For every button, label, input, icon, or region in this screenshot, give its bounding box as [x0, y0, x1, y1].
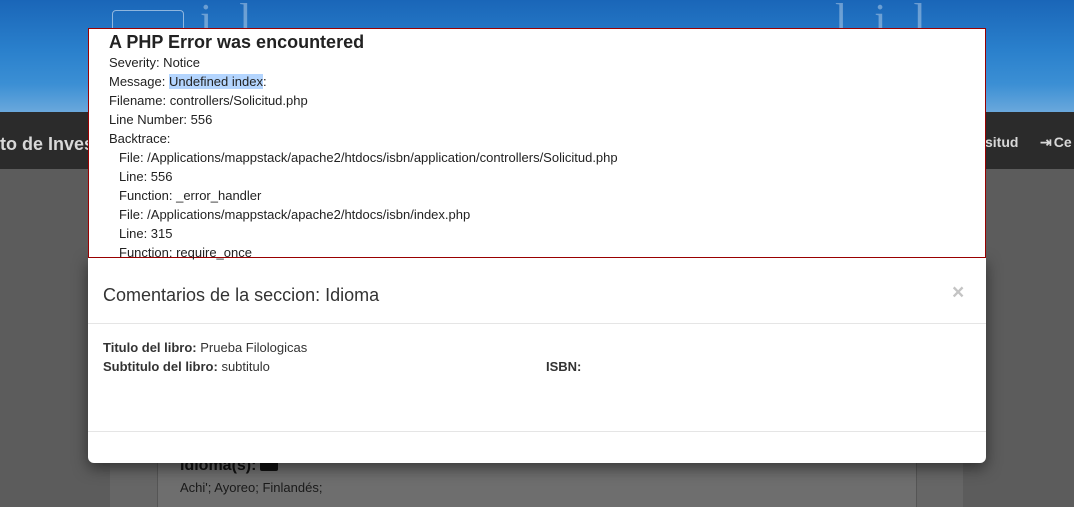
message-prefix: Message: [109, 74, 169, 89]
logout-icon: ⇥ [1040, 134, 1052, 150]
php-error-box: A PHP Error was encountered Severity: No… [88, 28, 986, 260]
php-error-line-number: Line Number: 556 [109, 112, 213, 127]
php-error-severity: Severity: Notice [109, 55, 201, 70]
subtitulo-value: subtitulo [217, 359, 270, 374]
subtitulo-label: Subtitulo del libro: [103, 359, 218, 374]
isbn-row: ISBN: [546, 359, 581, 374]
modal-body: Titulo del libro: Prueba Filologicas Sub… [88, 324, 986, 432]
backtrace-line: File: /Applications/mappstack/apache2/ht… [119, 207, 471, 222]
nav-link-solicitud[interactable]: situd [985, 134, 1018, 150]
backtrace-line: Function: _error_handler [119, 188, 262, 203]
titulo-value: Prueba Filologicas [196, 340, 308, 355]
navbar-brand[interactable]: to de Invest [0, 134, 100, 155]
backtrace-line: Function: require_once [119, 245, 252, 260]
idioma-values: Achi'; Ayoreo; Finlandés; [180, 480, 323, 495]
message-suffix: : [262, 74, 267, 89]
modal-footer [88, 431, 986, 463]
titulo-label: Titulo del libro: [103, 340, 197, 355]
backtrace-line: Line: 556 [119, 169, 173, 184]
isbn-label: ISBN: [546, 359, 582, 374]
nav-link-logout-label: Ce [1053, 134, 1072, 150]
backtrace-line: File: /Applications/mappstack/apache2/ht… [119, 150, 618, 165]
subtitulo-row: Subtitulo del libro: subtitulo [103, 359, 270, 374]
backtrace-line: Line: 315 [119, 226, 173, 241]
modal-header: Comentarios de la seccion: Idioma × [88, 258, 986, 324]
php-error-message: Message: Undefined index: [109, 72, 965, 91]
php-error-title: A PHP Error was encountered [109, 32, 365, 52]
modal-title: Comentarios de la seccion: Idioma [103, 285, 380, 305]
titulo-row: Titulo del libro: Prueba Filologicas [103, 340, 307, 355]
php-error-backtrace-label: Backtrace: [109, 131, 171, 146]
comments-modal: Comentarios de la seccion: Idioma × Titu… [88, 258, 986, 463]
close-icon[interactable]: × [952, 282, 964, 303]
nav-link-logout[interactable]: ⇥ Ce [1040, 134, 1072, 151]
php-error-filename: Filename: controllers/Solicitud.php [109, 93, 308, 108]
message-highlighted-text: Undefined index [168, 74, 263, 89]
